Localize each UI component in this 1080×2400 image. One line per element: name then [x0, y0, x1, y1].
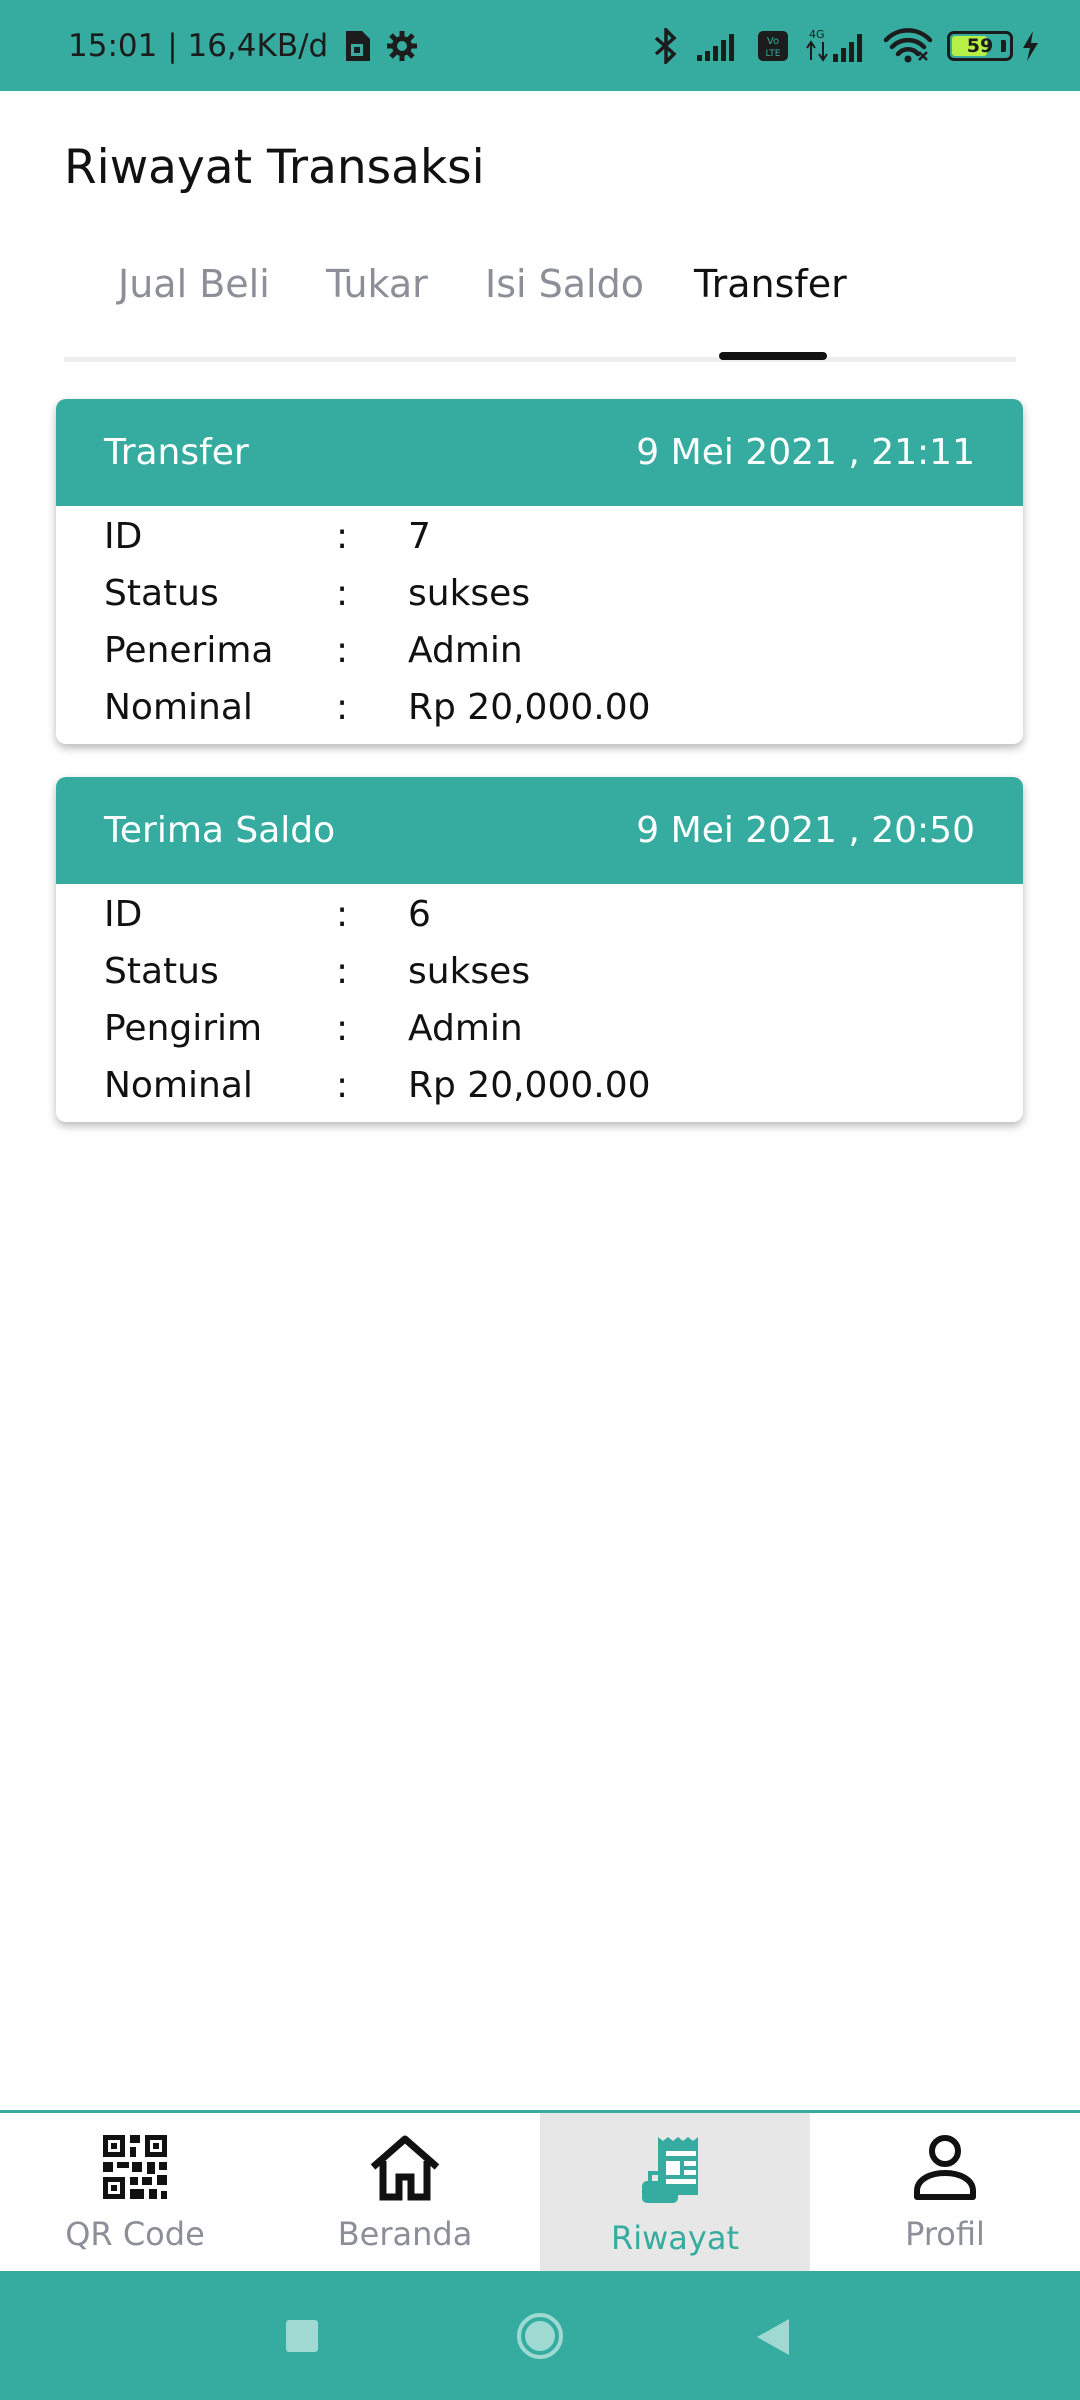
nav-label: Beranda: [337, 2215, 473, 2253]
bluetooth-icon: [651, 27, 681, 64]
volte-icon: Vo LTE: [757, 30, 789, 62]
field-label: Nominal: [104, 687, 253, 728]
field-label: Status: [104, 951, 219, 992]
field-label: Nominal: [104, 1065, 253, 1106]
card-header: Terima Saldo 9 Mei 2021 , 20:50: [56, 777, 1023, 884]
transaction-card[interactable]: Terima Saldo 9 Mei 2021 , 20:50 ID : 6 S…: [56, 777, 1023, 1122]
recent-apps-button[interactable]: [285, 2319, 319, 2357]
detail-row: ID : 7: [104, 508, 1023, 565]
field-separator: :: [336, 687, 349, 728]
nav-item-riwayat[interactable]: Riwayat: [540, 2113, 810, 2271]
field-label: ID: [104, 516, 143, 557]
nav-label: QR Code: [65, 2215, 205, 2253]
page-title: Riwayat Transaksi: [64, 140, 485, 195]
nav-label: Riwayat: [611, 2219, 739, 2257]
bottom-nav: QR Code Beranda Riwayat Profil: [0, 2110, 1080, 2271]
svg-text:LTE: LTE: [766, 49, 781, 59]
tab-isi-saldo[interactable]: Isi Saldo: [485, 262, 644, 306]
status-bar: 15:01 | 16,4KB/d Vo LTE 4G 59: [0, 0, 1080, 91]
field-separator: :: [336, 894, 349, 935]
wifi-icon: [883, 27, 933, 64]
transaction-tabs: Jual Beli Tukar Isi Saldo Transfer: [64, 250, 1016, 362]
battery-icon: 59: [947, 30, 1013, 61]
card-header: Transfer 9 Mei 2021 , 21:11: [56, 399, 1023, 506]
receipt-icon: [640, 2133, 710, 2209]
card-body: ID : 6 Status : sukses Pengirim : Admin …: [56, 884, 1023, 1122]
transaction-datetime: 9 Mei 2021 , 21:11: [636, 432, 975, 473]
transaction-card[interactable]: Transfer 9 Mei 2021 , 21:11 ID : 7 Statu…: [56, 399, 1023, 744]
card-body: ID : 7 Status : sukses Penerima : Admin …: [56, 506, 1023, 744]
home-button[interactable]: [515, 2311, 565, 2365]
tab-jual-beli[interactable]: Jual Beli: [118, 262, 270, 306]
detail-row: Status : sukses: [104, 943, 1023, 1000]
field-value: 6: [408, 894, 431, 935]
status-time: 15:01 | 16,4KB/d: [68, 27, 329, 64]
charging-bolt-icon: [1020, 29, 1040, 63]
field-separator: :: [336, 516, 349, 557]
system-navigation-bar: [0, 2271, 1080, 2400]
field-separator: :: [336, 573, 349, 614]
field-separator: :: [336, 1065, 349, 1106]
signal-icon: [695, 29, 743, 63]
battery-level: 59: [966, 34, 994, 57]
field-value: sukses: [408, 573, 531, 614]
field-separator: :: [336, 1008, 349, 1049]
nav-item-profil[interactable]: Profil: [810, 2113, 1080, 2271]
field-value: sukses: [408, 951, 531, 992]
active-tab-indicator: [719, 352, 827, 360]
field-value: Rp 20,000.00: [408, 687, 651, 728]
transaction-type: Transfer: [104, 432, 249, 473]
transaction-type: Terima Saldo: [104, 810, 336, 851]
field-value: 7: [408, 516, 431, 557]
field-label: Penerima: [104, 630, 274, 671]
field-value: Admin: [408, 1008, 523, 1049]
tab-transfer[interactable]: Transfer: [694, 262, 847, 306]
nav-item-beranda[interactable]: Beranda: [270, 2113, 540, 2271]
field-label: Pengirim: [104, 1008, 263, 1049]
detail-row: Nominal : Rp 20,000.00: [104, 1057, 1023, 1114]
home-icon: [369, 2133, 441, 2205]
detail-row: Nominal : Rp 20,000.00: [104, 679, 1023, 736]
sim-card-icon: [342, 29, 372, 63]
back-button[interactable]: [755, 2317, 791, 2361]
gear-icon: [386, 30, 418, 62]
detail-row: Penerima : Admin: [104, 622, 1023, 679]
transaction-datetime: 9 Mei 2021 , 20:50: [636, 810, 975, 851]
field-separator: :: [336, 630, 349, 671]
tab-tukar[interactable]: Tukar: [326, 262, 428, 306]
svg-text:4G: 4G: [809, 28, 825, 41]
field-label: ID: [104, 894, 143, 935]
field-value: Rp 20,000.00: [408, 1065, 651, 1106]
detail-row: ID : 6: [104, 886, 1023, 943]
4g-signal-icon: 4G: [803, 28, 869, 64]
svg-text:Vo: Vo: [767, 36, 779, 47]
field-value: Admin: [408, 630, 523, 671]
field-separator: :: [336, 951, 349, 992]
field-label: Status: [104, 573, 219, 614]
detail-row: Pengirim : Admin: [104, 1000, 1023, 1057]
nav-label: Profil: [905, 2215, 985, 2253]
nav-item-qr-code[interactable]: QR Code: [0, 2113, 270, 2271]
detail-row: Status : sukses: [104, 565, 1023, 622]
qr-code-icon: [101, 2133, 169, 2205]
person-icon: [911, 2133, 979, 2205]
